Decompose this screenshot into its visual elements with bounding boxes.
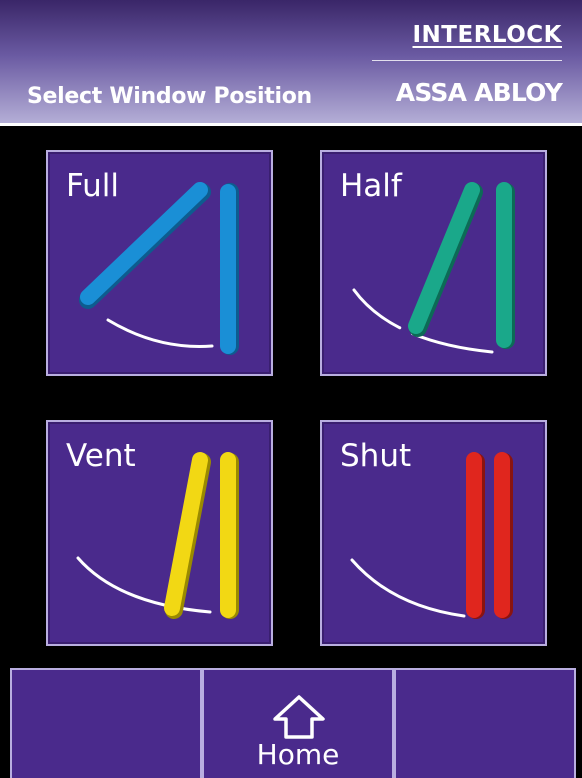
window-vent-icon [76,452,239,619]
window-swing-arc [350,558,466,618]
window-half-open-icon [352,182,515,354]
shut-position-button[interactable]: Shut [320,420,547,646]
home-button[interactable]: Home [202,668,394,778]
window-full-open-icon [79,182,239,355]
window-shut-icon [350,452,513,619]
header: Select Window Position INTERLOCK ASSA AB… [0,0,582,126]
brand-logo-interlock: INTERLOCK [412,22,562,48]
bottom-navigation-bar: Home [0,666,582,778]
window-sash-bar [408,182,480,334]
window-swing-arc [106,318,214,348]
full-position-button[interactable]: Full [46,150,273,376]
vent-position-button[interactable]: Vent [46,420,273,646]
screen: Select Window Position INTERLOCK ASSA AB… [0,0,582,778]
page-title: Select Window Position [27,84,312,109]
brand-divider [372,60,562,61]
window-sash-bar [80,182,208,305]
brand-logo-assa-abloy: ASSA ABLOY [395,78,563,107]
home-icon [273,695,325,739]
nav-right-button[interactable] [394,668,576,778]
home-label: Home [256,738,340,771]
nav-left-button[interactable] [10,668,202,778]
half-position-button[interactable]: Half [320,150,547,376]
